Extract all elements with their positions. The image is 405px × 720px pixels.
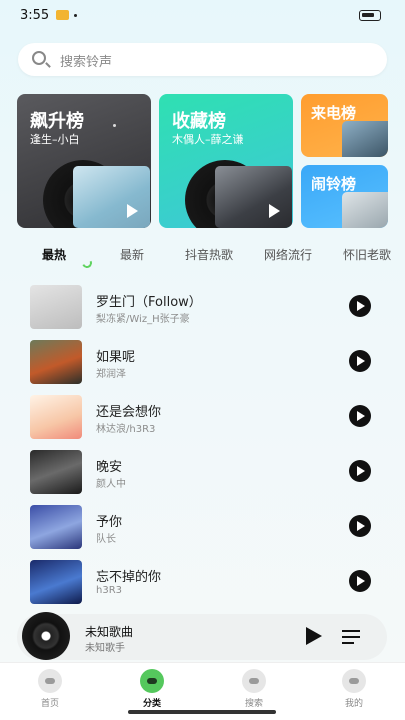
disc-icon bbox=[22, 612, 70, 660]
song-title: 晚安 bbox=[96, 460, 123, 475]
tab-popular[interactable]: 网络流行 bbox=[264, 246, 312, 263]
player-artist: 未知歌手 bbox=[85, 643, 125, 654]
play-button[interactable] bbox=[349, 460, 371, 482]
nav-profile[interactable]: 我的 bbox=[324, 669, 384, 709]
chart-card-ringtone[interactable]: 来电榜 bbox=[301, 94, 388, 157]
song-title: 予你 bbox=[96, 515, 123, 530]
chart-card-favorites[interactable]: 收藏榜 木偶人–薛之谦 bbox=[159, 94, 293, 228]
album-cover bbox=[215, 166, 292, 228]
play-button[interactable] bbox=[349, 515, 371, 537]
nav-label: 搜索 bbox=[244, 699, 263, 709]
song-artist: 梨冻紧/Wiz_H张子豪 bbox=[96, 314, 190, 325]
tab-new[interactable]: 最新 bbox=[120, 246, 144, 263]
song-row[interactable]: 晚安 颜人中 bbox=[30, 450, 385, 494]
nav-search[interactable]: 搜索 bbox=[224, 669, 284, 709]
card-title: 闹铃榜 bbox=[311, 175, 357, 193]
play-button[interactable] bbox=[349, 405, 371, 427]
category-icon bbox=[140, 669, 164, 693]
notification-icon bbox=[56, 10, 69, 20]
home-icon bbox=[38, 669, 62, 693]
song-thumbnail bbox=[30, 340, 82, 384]
search-bar[interactable]: 搜索铃声 bbox=[18, 43, 387, 76]
song-title: 忘不掉的你 bbox=[96, 570, 162, 585]
song-title: 如果呢 bbox=[96, 350, 136, 365]
status-dot bbox=[74, 14, 77, 17]
nav-home[interactable]: 首页 bbox=[20, 669, 80, 709]
tab-douyin[interactable]: 抖音热歌 bbox=[185, 246, 233, 263]
album-cover bbox=[342, 121, 388, 157]
playlist-icon[interactable] bbox=[342, 628, 364, 646]
song-title: 还是会想你 bbox=[96, 405, 162, 420]
play-icon bbox=[269, 204, 280, 218]
song-artist: h3R3 bbox=[96, 585, 123, 596]
search-icon bbox=[32, 51, 46, 65]
song-artist: 郑润泽 bbox=[96, 369, 126, 380]
sparkle bbox=[113, 124, 116, 127]
nav-label: 首页 bbox=[40, 699, 59, 709]
song-thumbnail bbox=[30, 285, 82, 329]
song-row[interactable]: 还是会想你 林达浪/h3R3 bbox=[30, 395, 385, 439]
song-thumbnail bbox=[30, 505, 82, 549]
tab-oldies[interactable]: 怀旧老歌 bbox=[343, 246, 391, 263]
status-time: 3:55 bbox=[20, 8, 50, 23]
player-title: 未知歌曲 bbox=[85, 625, 134, 639]
song-thumbnail bbox=[30, 560, 82, 604]
card-title: 收藏榜 bbox=[172, 111, 226, 132]
play-icon bbox=[127, 204, 138, 218]
battery-icon bbox=[359, 10, 381, 21]
search-input[interactable]: 搜索铃声 bbox=[60, 51, 112, 70]
home-indicator[interactable] bbox=[128, 710, 276, 714]
search-icon bbox=[242, 669, 266, 693]
album-cover bbox=[73, 166, 150, 228]
card-title: 来电榜 bbox=[311, 104, 357, 122]
nav-label: 我的 bbox=[344, 699, 363, 709]
song-row[interactable]: 罗生门（Follow） 梨冻紧/Wiz_H张子豪 bbox=[30, 285, 385, 329]
song-artist: 队长 bbox=[96, 534, 116, 545]
song-artist: 颜人中 bbox=[96, 479, 126, 490]
profile-icon bbox=[342, 669, 366, 693]
song-thumbnail bbox=[30, 395, 82, 439]
play-icon[interactable] bbox=[306, 627, 322, 645]
tab-hot[interactable]: 最热 bbox=[42, 246, 66, 263]
play-button[interactable] bbox=[349, 295, 371, 317]
song-row[interactable]: 如果呢 郑润泽 bbox=[30, 340, 385, 384]
song-title: 罗生门（Follow） bbox=[96, 295, 202, 310]
nav-category[interactable]: 分类 bbox=[122, 669, 182, 709]
song-artist: 林达浪/h3R3 bbox=[96, 424, 156, 435]
status-bar: 3:55 bbox=[0, 0, 405, 32]
tab-bar: 最热 最新 抖音热歌 网络流行 怀旧老歌 bbox=[0, 246, 405, 270]
mini-player[interactable]: 未知歌曲 未知歌手 bbox=[17, 612, 387, 660]
song-thumbnail bbox=[30, 450, 82, 494]
album-cover bbox=[342, 192, 388, 228]
chart-card-alarm[interactable]: 闹铃榜 bbox=[301, 165, 388, 228]
play-button[interactable] bbox=[349, 350, 371, 372]
card-subtitle: 逢生–小白 bbox=[30, 133, 80, 146]
song-row[interactable]: 忘不掉的你 h3R3 bbox=[30, 560, 385, 604]
play-button[interactable] bbox=[349, 570, 371, 592]
nav-label: 分类 bbox=[142, 699, 161, 709]
song-row[interactable]: 予你 队长 bbox=[30, 505, 385, 549]
chart-card-rising[interactable]: 飙升榜 逢生–小白 bbox=[17, 94, 151, 228]
card-title: 飙升榜 bbox=[30, 111, 84, 132]
card-subtitle: 木偶人–薛之谦 bbox=[172, 133, 244, 146]
